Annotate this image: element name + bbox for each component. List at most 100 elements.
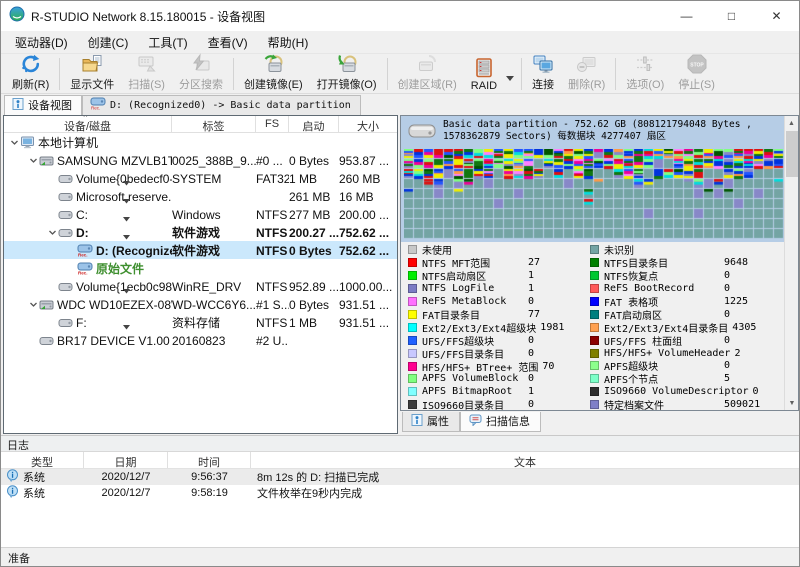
label-cell: SYSTEM (172, 171, 256, 186)
legend-label: 特定档案文件 (604, 397, 720, 411)
maximize-button[interactable]: □ (709, 1, 754, 31)
raid-dropdown-icon[interactable] (506, 76, 514, 81)
log-text-cell: 文件枚举在9秒内完成 (251, 485, 799, 501)
column-header-label[interactable]: 标签 (172, 116, 256, 132)
legend-color-chip (590, 271, 599, 280)
log-row[interactable]: 系统2020/12/79:58:19文件枚举在9秒内完成 (1, 485, 799, 501)
stop-button[interactable]: STOP 停止(S) (671, 55, 722, 93)
scroll-thumb[interactable] (786, 131, 798, 177)
svg-text:Rec.: Rec. (78, 253, 88, 258)
toolbar-separator (387, 58, 388, 90)
raid-button[interactable]: RAID (464, 55, 504, 93)
tree-row[interactable]: Rec.D: (Recognize...软件游戏NTFS0 Bytes752.6… (4, 241, 397, 259)
title-bar: R-STUDIO Network 8.15.180015 - 设备视图 — □ … (1, 1, 799, 31)
legend-color-chip (408, 336, 417, 345)
scan-button[interactable]: 扫描(S) (121, 55, 172, 93)
fs-cell (256, 268, 289, 269)
expander-icon[interactable] (47, 228, 57, 237)
boot-cell (289, 268, 339, 269)
label-cell (172, 268, 256, 269)
tree-row[interactable]: WDC WD10EZEX-08W...WD-WCC6Y6...#1 S...0 … (4, 295, 397, 313)
expander-icon[interactable] (28, 156, 38, 165)
close-button[interactable]: ✕ (754, 1, 799, 31)
tree-row[interactable]: SAMSUNG MZVLB1T0...0025_388B_9...#0 ...0… (4, 151, 397, 169)
legend-color-chip (590, 284, 599, 293)
menu-view[interactable]: 查看(V) (198, 31, 258, 54)
tab-properties[interactable]: 属性 (402, 412, 460, 432)
legend-label: NTFS LogFile (422, 283, 524, 294)
tree-row[interactable]: Volume{1ecb0c98-..WinRE_DRVNTFS952.89 ..… (4, 277, 397, 295)
label-cell: Windows (172, 207, 256, 222)
legend-count: 1 (528, 283, 534, 294)
legend-column-right: 未识别NTFS目录条目9648NTFS恢复点0ReFS BootRecord0F… (590, 243, 782, 411)
open-image-button[interactable]: 打开镜像(O) (310, 55, 384, 93)
log-column-date[interactable]: 日期 (84, 452, 168, 468)
tree-row[interactable]: Rec.原始文件 (4, 259, 397, 277)
options-button[interactable]: 选项(O) (619, 55, 671, 93)
size-cell: 752.62 ... (339, 243, 397, 258)
rec-icon: Rec. (77, 262, 93, 275)
tab-partition[interactable]: Rec. D: (Recognized0) -> Basic data part… (82, 95, 361, 115)
options-icon (634, 53, 656, 76)
legend-color-chip (408, 271, 417, 280)
column-header-boot[interactable]: 启动 (289, 116, 339, 132)
log-column-time[interactable]: 时间 (168, 452, 251, 468)
create-image-button[interactable]: 创建镜像(E) (237, 55, 310, 93)
legend-label: APFS BitmapRoot (422, 386, 524, 397)
connect-icon (532, 53, 554, 76)
legend-count: 509021 (724, 399, 760, 410)
tree-row[interactable]: 本地计算机 (4, 133, 397, 151)
log-column-type[interactable]: 类型 (1, 452, 84, 468)
column-header-size[interactable]: 大小 (339, 116, 397, 132)
column-header-device[interactable]: ^设备/磁盘 (4, 116, 172, 132)
device-cell: 本地计算机 (4, 133, 172, 151)
main-area: ^设备/磁盘 标签 FS 启动 大小 本地计算机SAMSUNG MZVLB1T0… (1, 115, 799, 435)
delete-button[interactable]: 删除(R) (561, 55, 612, 93)
log-title: 日志 (1, 436, 799, 452)
label-cell (172, 196, 256, 197)
tree-row[interactable]: D:软件游戏NTFS200.27 ...752.62 ... (4, 223, 397, 241)
legend-color-chip (590, 336, 599, 345)
tree-row[interactable]: BR17 DEVICE V1.00 1....20160823#2 U... (4, 331, 397, 349)
log-row[interactable]: 系统2020/12/79:56:378m 12s 的 D: 扫描已完成 (1, 469, 799, 485)
log-column-text[interactable]: 文本 (251, 452, 799, 468)
view-tab-bar: 设备视图 Rec. D: (Recognized0) -> Basic data… (1, 94, 799, 115)
tree-row[interactable]: C:WindowsNTFS277 MB200.00 ... (4, 205, 397, 223)
legend-count: 0 (528, 335, 534, 346)
device-cell: BR17 DEVICE V1.00 1.... (4, 333, 172, 348)
menu-help[interactable]: 帮助(H) (258, 31, 319, 54)
tree-row[interactable]: F:资料存储NTFS1 MB931.51 ... (4, 313, 397, 331)
menu-drives[interactable]: 驱动器(D) (5, 31, 78, 54)
tree-row[interactable]: Microsoft reserve..261 MB16 MB (4, 187, 397, 205)
scan-icon (136, 53, 158, 76)
label-cell (172, 142, 256, 143)
device-name: D: (Recognize... (96, 244, 172, 258)
device-name: BR17 DEVICE V1.00 1.... (57, 334, 172, 348)
tree-row[interactable]: Volume{0bedecf0-..SYSTEMFAT321 MB260 MB (4, 169, 397, 187)
create-region-button[interactable]: 创建区域(R) (391, 55, 464, 93)
scan-scrollbar[interactable]: ▲ ▼ (784, 116, 798, 410)
show-files-button[interactable]: 显示文件 (63, 55, 121, 93)
fs-cell: #0 ... (256, 153, 289, 168)
legend-color-chip (408, 374, 417, 383)
legend-color-chip (408, 349, 417, 358)
menu-create[interactable]: 创建(C) (78, 31, 139, 54)
connect-button[interactable]: 连接 (525, 55, 561, 93)
expander-icon[interactable] (9, 138, 19, 147)
minimize-button[interactable]: — (664, 1, 709, 31)
svg-text:Rec.: Rec. (91, 106, 100, 111)
partition-drive-icon (407, 119, 437, 148)
column-header-fs[interactable]: FS (256, 116, 289, 132)
tab-scan-info[interactable]: 扫描信息 (460, 412, 541, 432)
log-type-cell: 系统 (1, 469, 84, 485)
fs-cell: NTFS (256, 207, 289, 222)
partition-search-button[interactable]: 分区搜索 (172, 55, 230, 93)
scroll-down-icon[interactable]: ▼ (785, 396, 799, 410)
scroll-up-icon[interactable]: ▲ (785, 116, 798, 130)
menu-tools[interactable]: 工具(T) (138, 31, 197, 54)
log-time-cell: 9:58:19 (168, 487, 251, 499)
tab-device-view[interactable]: 设备视图 (4, 95, 82, 115)
scan-blockmap-canvas[interactable] (404, 149, 784, 239)
expander-icon[interactable] (28, 300, 38, 309)
refresh-button[interactable]: 刷新(R) (5, 55, 56, 93)
